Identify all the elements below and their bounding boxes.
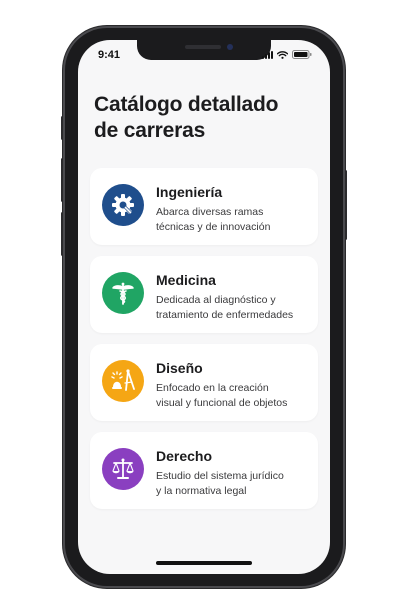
home-indicator[interactable] <box>156 561 252 565</box>
career-description: Abarca diversas ramas técnicas y de inno… <box>156 205 314 235</box>
cellular-signal-icon <box>262 50 273 59</box>
career-description-line-2: y la normativa legal <box>156 485 247 497</box>
design-tools-icon <box>111 369 135 391</box>
page-title-line-1: Catálogo detallado <box>94 93 279 116</box>
caduceus-icon <box>112 282 134 305</box>
wifi-icon <box>277 50 288 59</box>
career-description: Dedicada al diagnóstico y tratamiento de… <box>156 293 314 323</box>
phone-screen: 9:41 Catálogo detallado de carreras Inge… <box>78 40 330 574</box>
page-title-line-2: de carreras <box>94 119 206 142</box>
career-description-line-1: Enfocado en la creación <box>156 382 269 394</box>
career-icon-badge <box>102 448 144 490</box>
career-name: Ingeniería <box>156 184 223 200</box>
career-name: Derecho <box>156 448 213 464</box>
career-name: Diseño <box>156 360 203 376</box>
career-description-line-2: tratamiento de enfermedades <box>156 309 294 321</box>
career-icon-badge <box>102 184 144 226</box>
career-description-line-1: Estudio del sistema jurídico <box>156 470 284 482</box>
career-icon-badge <box>102 360 144 402</box>
status-icons <box>262 50 312 59</box>
career-name: Medicina <box>156 272 216 288</box>
stage: 9:41 Catálogo detallado de carreras Inge… <box>0 0 408 612</box>
career-description: Estudio del sistema jurídico y la normat… <box>156 469 314 499</box>
notch <box>137 40 271 60</box>
career-description-line-2: técnicas y de innovación <box>156 221 271 233</box>
career-description: Enfocado en la creación visual y funcion… <box>156 381 314 411</box>
page-title: Catálogo detallado de carreras <box>94 92 324 144</box>
career-card-ingenieria[interactable]: Ingeniería Abarca diversas ramas técnica… <box>90 168 318 245</box>
career-card-diseno[interactable]: Diseño Enfocado en la creación visual y … <box>90 344 318 421</box>
career-description-line-1: Abarca diversas ramas <box>156 206 264 218</box>
battery-icon <box>292 50 312 59</box>
gear-icon <box>112 194 134 216</box>
front-camera <box>227 44 233 50</box>
speaker-grille <box>185 45 221 49</box>
career-card-medicina[interactable]: Medicina Dedicada al diagnóstico y trata… <box>90 256 318 333</box>
career-icon-badge <box>102 272 144 314</box>
career-description-line-2: visual y funcional de objetos <box>156 397 288 409</box>
status-time: 9:41 <box>98 49 121 61</box>
scales-of-justice-icon <box>112 458 134 479</box>
career-card-derecho[interactable]: Derecho Estudio del sistema jurídico y l… <box>90 432 318 509</box>
career-description-line-1: Dedicada al diagnóstico y <box>156 294 276 306</box>
career-list: Ingeniería Abarca diversas ramas técnica… <box>90 168 318 520</box>
